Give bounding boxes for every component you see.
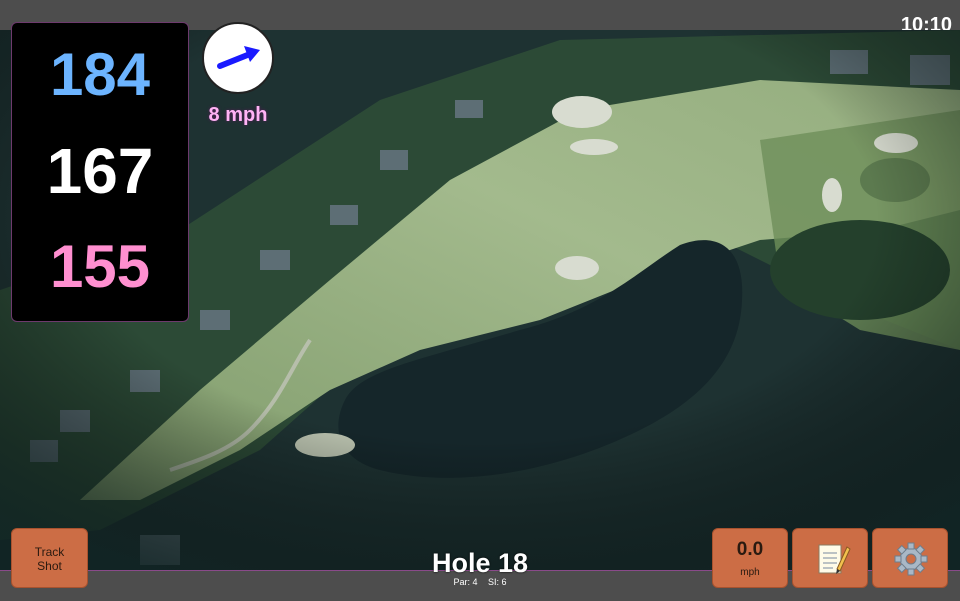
- speed-value: 0.0: [736, 539, 764, 560]
- hole-title: Hole 18: [431, 548, 529, 578]
- notes-button[interactable]: [792, 528, 868, 588]
- notepad-icon: [818, 544, 851, 574]
- front-yardage: 155: [49, 233, 151, 300]
- back-yardage: 184: [49, 41, 151, 108]
- center-yardage: 167: [46, 135, 154, 207]
- yardage-panel: 184 167 155: [11, 22, 189, 322]
- track-shot-label: Track Shot: [34, 545, 65, 573]
- gear-icon: [894, 542, 928, 576]
- wind-speed: 8 mph: [208, 104, 268, 126]
- speed-unit: mph: [740, 567, 760, 578]
- speed-button[interactable]: 0.0 mph: [712, 528, 788, 588]
- track-shot-button[interactable]: Track Shot: [11, 528, 88, 588]
- wind-indicator: [202, 22, 274, 94]
- hole-par: Par: 4: [453, 577, 478, 587]
- settings-button[interactable]: [872, 528, 948, 588]
- hole-stroke-index: SI: 6: [488, 577, 507, 587]
- wind-arrow-icon: [217, 46, 260, 69]
- hole-info: Par: 4 SI: 6: [380, 577, 580, 587]
